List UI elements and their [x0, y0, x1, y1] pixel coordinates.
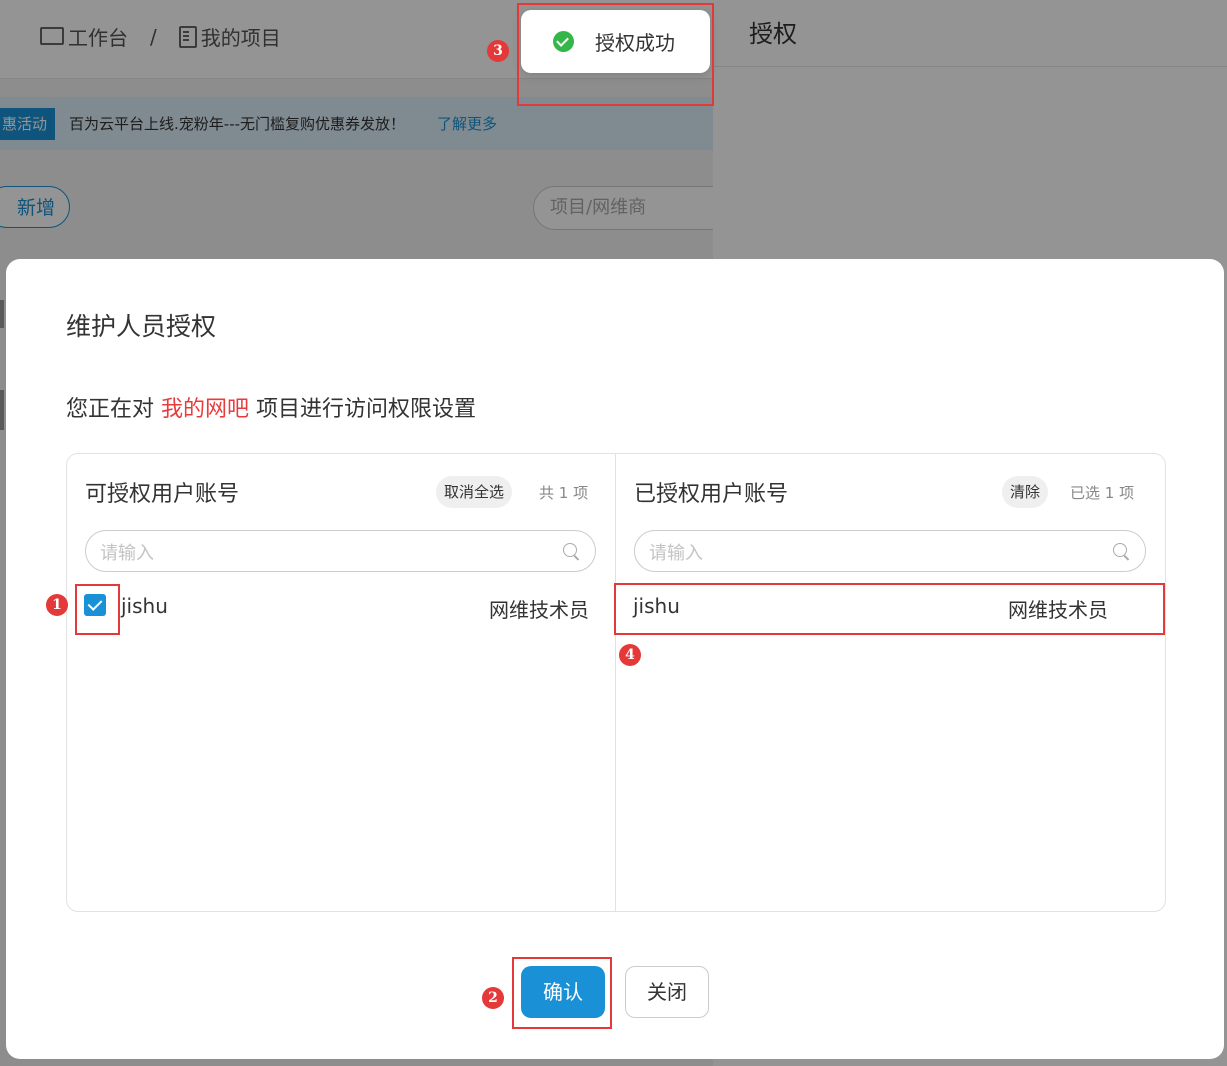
available-users-title: 可授权用户账号 [85, 482, 240, 507]
user-role: 网维技术员 [489, 598, 589, 622]
transfer-box: 可授权用户账号 取消全选 共 1 项 请输入 jishu 网维技术员 已授权用户… [66, 453, 1166, 912]
authorized-search-input[interactable]: 请输入 [634, 530, 1146, 572]
annotation-box-toast [517, 3, 714, 106]
deselect-all-button[interactable]: 取消全选 [436, 476, 513, 508]
annotation-badge: 2 [482, 987, 504, 1009]
search-placeholder: 请输入 [649, 543, 703, 564]
authorization-dialog: 维护人员授权 您正在对 我的网吧 项目进行访问权限设置 可授权用户账号 取消全选… [6, 259, 1224, 1059]
available-search-input[interactable]: 请输入 [85, 530, 596, 572]
clear-button[interactable]: 清除 [1002, 476, 1049, 508]
annotation-badge: 3 [487, 40, 509, 62]
dialog-subtitle: 您正在对 我的网吧 项目进行访问权限设置 [66, 391, 476, 423]
subtitle-prefix: 您正在对 [66, 397, 155, 422]
annotation-box-checkbox [75, 584, 120, 635]
selected-count: 已选 1 项 [1070, 484, 1135, 502]
search-placeholder: 请输入 [100, 543, 154, 564]
annotation-badge: 1 [46, 594, 68, 616]
project-name: 我的网吧 [161, 397, 250, 422]
available-count: 共 1 项 [539, 484, 589, 502]
annotation-box-confirm [512, 957, 612, 1029]
annotation-badge: 4 [619, 644, 641, 666]
authorized-users-panel: 已授权用户账号 清除 已选 1 项 请输入 jishu 网维技术员 [616, 454, 1165, 911]
search-icon [563, 543, 577, 557]
user-name: jishu [121, 594, 168, 618]
authorized-users-title: 已授权用户账号 [634, 482, 789, 507]
close-button[interactable]: 关闭 [625, 966, 709, 1018]
annotation-box-authorized-row [614, 583, 1165, 635]
available-users-panel: 可授权用户账号 取消全选 共 1 项 请输入 jishu 网维技术员 [67, 454, 616, 911]
dialog-title: 维护人员授权 [66, 312, 217, 341]
subtitle-suffix: 项目进行访问权限设置 [256, 397, 477, 422]
search-icon [1113, 543, 1127, 557]
